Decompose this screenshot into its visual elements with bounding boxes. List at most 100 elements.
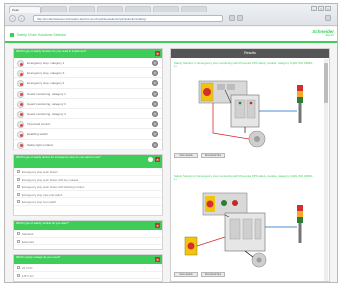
- option-label: Emergency stop, category 4: [27, 81, 65, 86]
- question-section-device: Which type of safety device for emergenc…: [13, 154, 163, 216]
- radio-button[interactable]: ○: [152, 110, 158, 117]
- light-curtain-icon: [17, 141, 24, 149]
- checkbox[interactable]: [17, 185, 20, 189]
- option-label: Standard: [22, 232, 34, 236]
- option-label: Guard monitoring, category 4: [27, 111, 66, 116]
- view-details-button[interactable]: View details: [174, 272, 198, 277]
- browser-tab-inactive[interactable]: [41, 6, 67, 12]
- browser-tab-inactive[interactable]: [69, 6, 95, 12]
- checkbox[interactable]: [17, 239, 20, 243]
- app-header: Safety Chain Solutions Selector Schneide…: [5, 27, 337, 43]
- option-row[interactable]: Emergency stop, category 3 ○: [14, 68, 162, 79]
- browser-tab-inactive[interactable]: [153, 6, 179, 12]
- address-bar[interactable]: http://productselector.schneider-electri…: [33, 15, 223, 22]
- download-files-button[interactable]: Download files: [201, 153, 225, 158]
- close-window-button[interactable]: ×: [325, 6, 331, 11]
- option-label: Emergency stop foot switch: [22, 200, 57, 205]
- option-row[interactable]: Guard monitoring, category 1 ○: [14, 89, 162, 99]
- checkbox[interactable]: [17, 200, 20, 204]
- checkbox[interactable]: [17, 177, 20, 181]
- option-row[interactable]: Emergency stop foot switch: [14, 198, 162, 206]
- section-heading: Which type of safety function do you nee…: [14, 49, 162, 58]
- results-panel: Results Safety Solution 1: Emergency sto…: [170, 48, 330, 282]
- option-row[interactable]: Guard monitoring, category 4 ○: [14, 109, 162, 120]
- home-icon[interactable]: [10, 33, 14, 37]
- option-row[interactable]: Emergency stop push button with latching…: [14, 183, 162, 191]
- guard-switch-icon: [17, 100, 24, 108]
- option-label: Emergency stop rope pull switch: [22, 192, 63, 197]
- radio-button[interactable]: ○: [152, 141, 158, 148]
- option-row[interactable]: 24 V DC: [14, 264, 162, 272]
- option-label: Enabling switch: [27, 132, 48, 137]
- back-arrow-icon[interactable]: ‹: [9, 15, 16, 22]
- browser-tab-inactive[interactable]: [97, 6, 123, 12]
- checkbox[interactable]: [17, 170, 20, 173]
- checkbox[interactable]: [17, 273, 20, 277]
- radio-button[interactable]: ○: [152, 80, 158, 87]
- wiring-diagram-image: [179, 73, 319, 149]
- question-section-function: Which type of safety function do you nee…: [13, 48, 163, 150]
- forward-arrow-icon[interactable]: ›: [18, 15, 25, 22]
- close-icon[interactable]: ×: [155, 223, 160, 228]
- brand-sub: Electric: [325, 34, 334, 37]
- close-icon[interactable]: ×: [155, 51, 160, 56]
- section-heading: Which type of safety device for emergenc…: [14, 155, 162, 168]
- two-hand-control-icon: [17, 121, 24, 129]
- question-panel: Which type of safety function do you nee…: [13, 48, 163, 282]
- option-row[interactable]: Emergency stop rope pull switch: [14, 191, 162, 199]
- view-details-button[interactable]: View details: [174, 153, 198, 158]
- radio-button[interactable]: ○: [152, 121, 158, 128]
- option-label: Emergency stop push button with latching…: [22, 185, 85, 190]
- section-heading-text: Which type of safety function do you nee…: [16, 49, 87, 53]
- question-section-module: Which type of safety module do you want?…: [13, 220, 163, 250]
- wiring-diagram-image: [179, 187, 319, 269]
- extension-icon[interactable]: [237, 15, 243, 21]
- browser-chrome: Peak – □ × ‹ › http://productselector.sc…: [5, 4, 337, 26]
- option-row[interactable]: 115 V AC: [14, 272, 162, 280]
- tab-title: Peak: [12, 8, 19, 12]
- info-icon[interactable]: [148, 157, 153, 162]
- enabling-switch-icon: [17, 131, 24, 139]
- option-row[interactable]: Guard monitoring, category 3 ○: [14, 99, 162, 109]
- menu-icon[interactable]: [325, 15, 331, 21]
- radio-button[interactable]: ○: [152, 100, 158, 107]
- brand-logo: Schneider Electric: [304, 29, 334, 41]
- maximize-button[interactable]: □: [318, 6, 324, 11]
- results-heading: Results: [171, 49, 329, 58]
- scrollbar-thumb[interactable]: [324, 63, 328, 103]
- emergency-stop-icon: [17, 80, 24, 88]
- app-title: Safety Chain Solutions Selector: [17, 33, 67, 37]
- option-label: Emergency stop push button: [22, 170, 58, 174]
- option-row[interactable]: Safety light curtains ○: [14, 140, 162, 150]
- close-icon[interactable]: ×: [155, 157, 160, 162]
- checkbox[interactable]: [17, 232, 20, 235]
- browser-tab[interactable]: Peak: [9, 6, 41, 13]
- option-row[interactable]: Extended: [14, 238, 162, 246]
- close-icon[interactable]: ×: [155, 257, 160, 262]
- option-row[interactable]: Two-hand control ○: [14, 119, 162, 130]
- option-row[interactable]: Emergency stop, category 4 ○: [14, 78, 162, 89]
- download-files-button[interactable]: Download files: [201, 272, 225, 277]
- result-title[interactable]: Safety Solution 2: Emergency stop monito…: [174, 174, 314, 182]
- radio-button[interactable]: ○: [152, 70, 158, 77]
- option-row[interactable]: Emergency stop, category 1 ○: [14, 58, 162, 69]
- minimize-button[interactable]: –: [311, 6, 317, 11]
- radio-button[interactable]: ○: [152, 60, 158, 66]
- option-row[interactable]: Standard: [14, 230, 162, 238]
- option-row[interactable]: Enabling switch ○: [14, 129, 162, 140]
- option-row[interactable]: Emergency stop push button: [14, 168, 162, 176]
- star-icon[interactable]: [229, 15, 235, 21]
- radio-button[interactable]: ○: [152, 131, 158, 138]
- option-label: Emergency stop, category 1: [27, 61, 65, 65]
- option-row[interactable]: Emergency stop push button with key rele…: [14, 176, 162, 184]
- checkbox[interactable]: [17, 266, 20, 269]
- option-label: Guard monitoring, category 3: [27, 101, 66, 106]
- result-title[interactable]: Safety Solution 1: Emergency stop monito…: [174, 61, 314, 69]
- browser-tab-inactive[interactable]: [125, 6, 151, 12]
- option-label: Emergency stop, category 3: [27, 71, 65, 76]
- results-scrollbar[interactable]: [324, 59, 328, 281]
- checkbox[interactable]: [17, 192, 20, 196]
- option-label: Two-hand control: [27, 122, 51, 127]
- radio-button[interactable]: ○: [152, 90, 158, 97]
- browser-tab-inactive[interactable]: [181, 6, 207, 12]
